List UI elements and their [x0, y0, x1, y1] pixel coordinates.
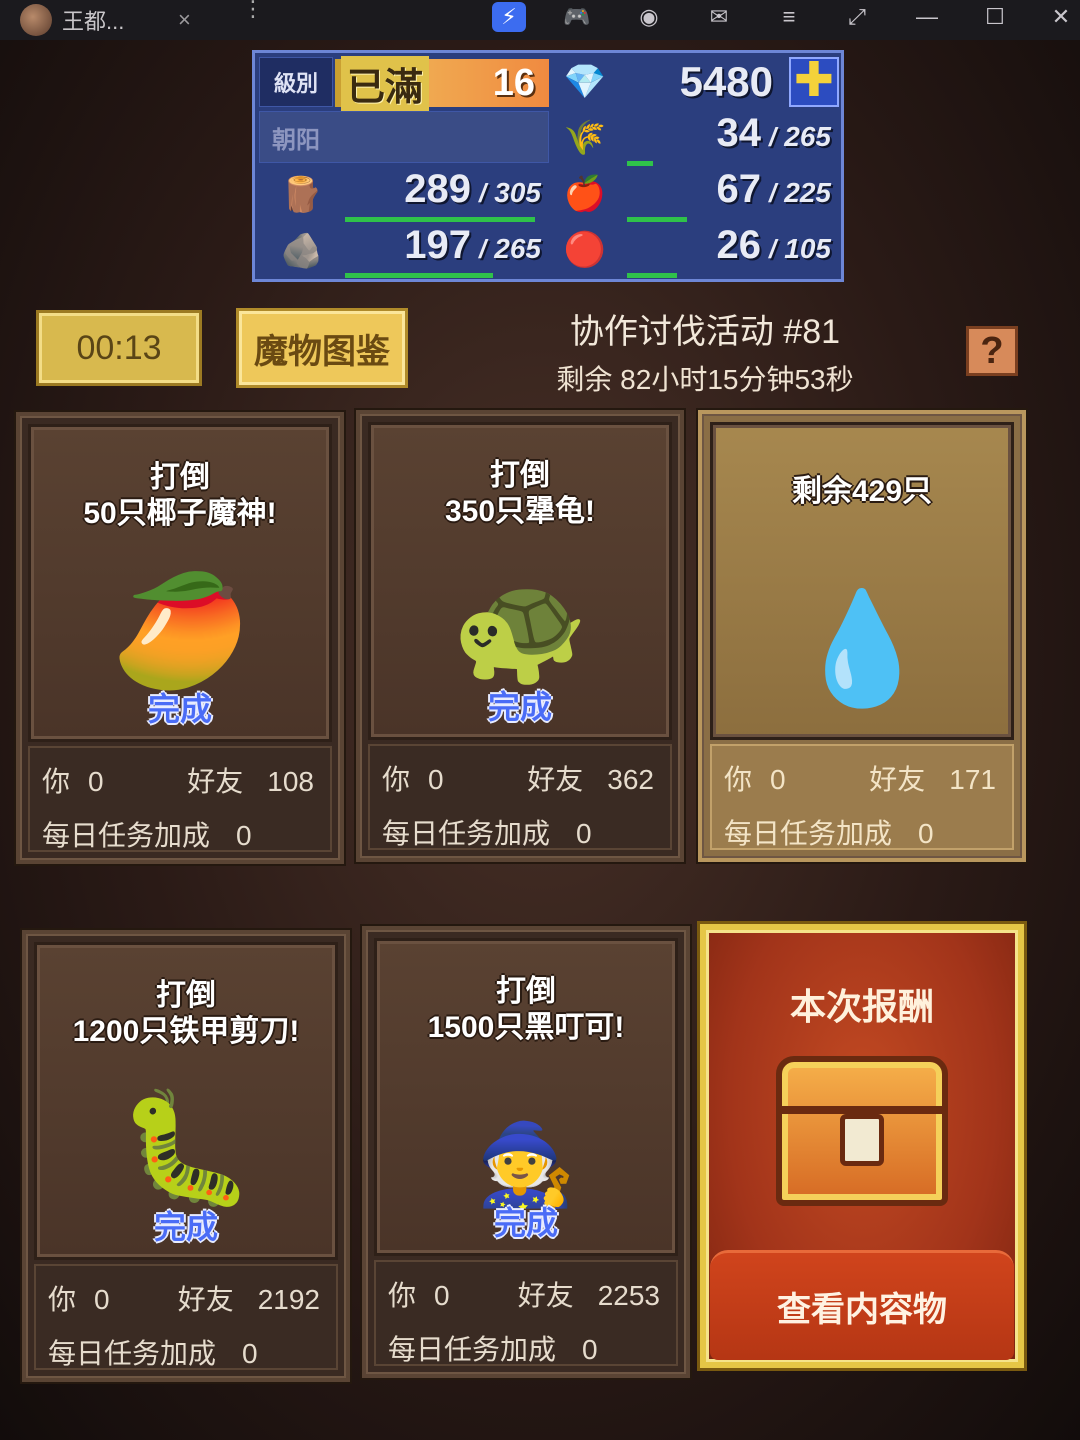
resource-row-food: 🍎 67/225: [555, 167, 839, 222]
resource-progress: [627, 273, 677, 278]
reward-title: 本次报酬: [789, 986, 934, 1027]
mail-icon[interactable]: ✉: [702, 2, 736, 32]
completed-badge: 完成: [153, 1209, 219, 1245]
coconut-monster-icon: 🥭: [111, 569, 249, 692]
quest-stats: 你0 好友 171 每日任务加成 0: [710, 744, 1014, 850]
quest-stats: 你0 好友 108 每日任务加成 0: [28, 746, 332, 852]
quest-card-turtle[interactable]: 打倒 350只犟龟! 🐢 完成 你0 好友 362 每日任务加成 0: [356, 410, 684, 862]
gamepad-icon[interactable]: 🎮: [560, 2, 594, 32]
event-title: 协作讨伐活动 #81: [569, 313, 841, 351]
completed-badge: 完成: [493, 1205, 559, 1241]
quest-goal: 打倒 50只椰子魔神!: [83, 461, 277, 530]
friend-count: 2192: [257, 1284, 320, 1315]
food-icon: 🍎: [563, 175, 607, 213]
gem-count: 5480: [679, 58, 773, 105]
browser-tab[interactable]: 王都... ×: [20, 2, 210, 38]
resource-row-grass: 🌾 34/265: [555, 111, 839, 166]
you-count: 0: [88, 766, 104, 797]
resource-progress: [627, 217, 687, 222]
quest-goal: 打倒 1500只黑叮可!: [427, 975, 625, 1044]
friend-count: 108: [267, 766, 314, 797]
caterpillar-monster-icon: 🐛: [117, 1087, 255, 1210]
quest-goal: 打倒 350只犟龟!: [444, 459, 596, 528]
chest-lock-icon: [840, 1114, 884, 1166]
screenshot-icon[interactable]: ⤢: [840, 2, 874, 32]
resource-value: 34/265: [716, 111, 831, 155]
quest-card-coconut[interactable]: 打倒 50只椰子魔神! 🥭 完成 你0 好友 108 每日任务加成 0: [16, 412, 344, 864]
resource-progress: [345, 273, 493, 278]
maximize-icon[interactable]: ☐: [978, 2, 1012, 32]
resource-value: 67/225: [716, 167, 831, 211]
slime-monster-icon: 💧: [793, 587, 931, 710]
daily-bonus: 0: [582, 1334, 598, 1365]
you-count: 0: [428, 764, 444, 795]
resource-row-ore: 🪨 197/265: [259, 223, 549, 278]
quest-stats: 你0 好友 2253 每日任务加成 0: [374, 1260, 678, 1366]
town-name: 朝阳: [259, 111, 549, 163]
quest-card-wizard[interactable]: 打倒 1500只黑叮可! 🧙 完成 你0 好友 2253 每日任务加成 0: [362, 926, 690, 1378]
level-number: 16: [492, 61, 535, 104]
bestiary-button[interactable]: 魔物图鉴: [236, 308, 408, 388]
quest-card-caterpillar[interactable]: 打倒 1200只铁甲剪刀! 🐛 完成 你0 好友 2192 每日任务加成 0: [22, 930, 350, 1382]
ore-icon: 🪨: [280, 232, 324, 270]
account-icon[interactable]: ◉: [632, 2, 666, 32]
add-gems-button[interactable]: ✚: [789, 57, 839, 107]
daily-bonus: 0: [918, 818, 934, 849]
app-favicon-icon: [20, 4, 52, 36]
resource-progress: [627, 161, 653, 166]
completed-badge: 完成: [147, 691, 213, 727]
tab-close-icon[interactable]: ×: [178, 7, 191, 33]
grass-icon: 🌾: [563, 119, 607, 157]
you-count: 0: [770, 764, 786, 795]
resource-value: 26/105: [716, 223, 831, 267]
you-count: 0: [434, 1280, 450, 1311]
treasure-chest-icon: [776, 1056, 948, 1206]
quest-stats: 你0 好友 2192 每日任务加成 0: [34, 1264, 338, 1370]
more-options-icon[interactable]: ⋮: [242, 0, 264, 32]
completed-badge: 完成: [487, 689, 553, 725]
quest-card-slime[interactable]: 剩余429只 💧 你0 好友 171 每日任务加成 0: [698, 410, 1026, 862]
daily-bonus: 0: [242, 1338, 258, 1369]
quest-goal: 打倒 1200只铁甲剪刀!: [72, 979, 300, 1048]
reward-panel: 本次报酬 查看内容物: [700, 924, 1024, 1368]
view-contents-button[interactable]: 查看内容物: [710, 1250, 1014, 1360]
crystal-icon: 🔴: [563, 231, 607, 269]
minimize-icon[interactable]: —: [910, 2, 944, 32]
resource-row-wood: 🪵 289/305: [259, 167, 549, 222]
friend-count: 2253: [597, 1280, 660, 1311]
level-label: 級別: [259, 57, 333, 107]
friend-count: 171: [949, 764, 996, 795]
event-time-remaining: 剩余 82小时15分钟53秒: [556, 364, 854, 395]
resource-value: 289/305: [404, 167, 541, 211]
turtle-monster-icon: 🐢: [451, 567, 589, 690]
resource-progress: [345, 217, 535, 222]
resource-row-crystal: 🔴 26/105: [555, 223, 839, 278]
status-panel: 級別 已滿 16 朝阳 🪵 289/305 🪨 197/265 💎 5480 ✚…: [252, 50, 844, 282]
quest-remaining: 剩余429只: [791, 475, 933, 508]
gem-icon: 💎: [563, 63, 607, 101]
level-bar: 已滿 16: [335, 55, 549, 111]
app-active-icon[interactable]: ⚡: [492, 2, 526, 32]
menu-icon[interactable]: ≡: [772, 2, 806, 32]
tab-title: 王都...: [62, 9, 125, 34]
help-button[interactable]: ?: [966, 326, 1018, 376]
quest-stats: 你0 好友 362 每日任务加成 0: [368, 744, 672, 850]
level-maxed-badge: 已滿: [341, 55, 430, 111]
close-icon[interactable]: ✕: [1044, 2, 1078, 32]
daily-bonus: 0: [576, 818, 592, 849]
friend-count: 362: [607, 764, 654, 795]
daily-bonus: 0: [236, 820, 252, 851]
you-count: 0: [94, 1284, 110, 1315]
wood-icon: 🪵: [280, 176, 324, 214]
timer-button[interactable]: 00:13: [36, 310, 202, 386]
resource-value: 197/265: [404, 223, 541, 267]
window-titlebar: 王都... × ⋮ ⚡ 🎮 ◉ ✉ ≡ ⤢ — ☐ ✕: [0, 0, 1080, 40]
